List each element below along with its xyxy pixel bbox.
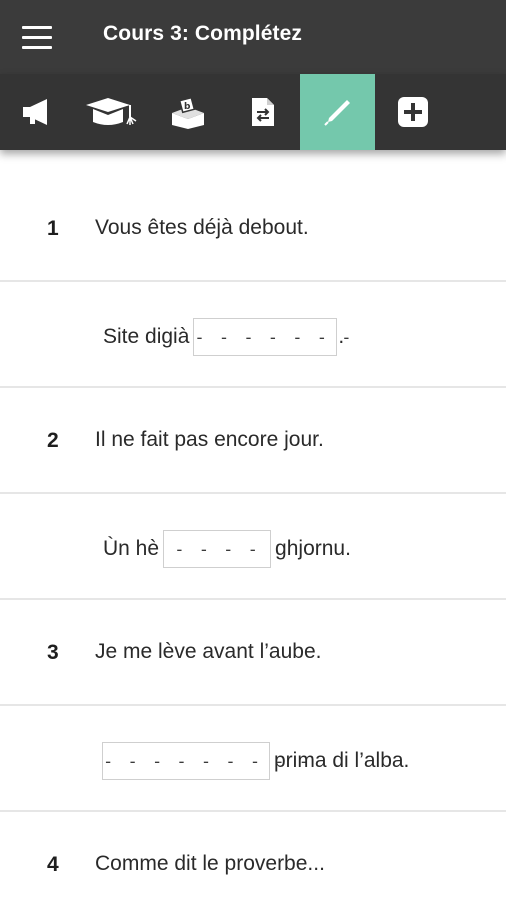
svg-text:b: b <box>184 102 191 112</box>
graduation-cap-icon <box>85 98 136 125</box>
pencil-icon <box>323 100 350 126</box>
corsican-sentence: Ùn hè - - - - ghjornu. <box>103 530 351 568</box>
answer-text-after: ghjornu. <box>275 537 351 560</box>
answer-text-before: Ùn hè <box>103 537 160 560</box>
menu-line <box>22 26 52 29</box>
exercise-number: 1 <box>47 217 59 240</box>
ballot-box-icon: b <box>171 96 204 129</box>
answer-text-after: prima di l’alba. <box>274 749 410 772</box>
tool-lesson[interactable] <box>75 74 150 150</box>
tool-vote[interactable]: b <box>150 74 225 150</box>
exercise-number: 3 <box>47 641 59 664</box>
hamburger-menu-icon[interactable] <box>22 24 54 52</box>
french-sentence: Vous êtes déjà debout. <box>95 216 309 239</box>
corsican-sentence: Site digià - - - - - - - . <box>103 318 351 356</box>
document-swap-icon <box>251 98 274 126</box>
exercise-number: 2 <box>47 429 59 452</box>
app-screen: Cours 3: Complétez b 1 Vous êtes déjà de… <box>0 0 506 900</box>
page-title: Cours 3: Complétez <box>103 22 302 45</box>
french-sentence: Comme dit le proverbe... <box>95 852 325 875</box>
answer-text-after: . <box>338 325 345 348</box>
exercise-number: 4 <box>47 853 59 876</box>
tool-exercise[interactable] <box>300 74 375 150</box>
tool-translate[interactable] <box>225 74 300 150</box>
exercise-prompt-row: 3 Je me lève avant l’aube. <box>0 600 506 706</box>
exercise-answer-row: Site digià - - - - - - - . <box>0 282 506 388</box>
answer-blank-field[interactable]: - - - - - - - - - <box>102 742 309 780</box>
exercise-prompt-row: 4 Comme dit le proverbe... <box>0 812 506 900</box>
answer-blank-field[interactable]: - - - - <box>163 530 272 568</box>
plus-square-icon <box>397 97 428 127</box>
exercise-answer-row: Ùn hè - - - - ghjornu. <box>0 494 506 600</box>
french-sentence: Je me lève avant l’aube. <box>95 640 322 663</box>
answer-text-before: Site digià <box>103 325 190 348</box>
lesson-toolbar: b <box>0 74 506 150</box>
exercise-prompt-row: 2 Il ne fait pas encore jour. <box>0 388 506 494</box>
answer-blank-field[interactable]: - - - - - - - <box>193 318 351 356</box>
tool-add[interactable] <box>375 74 450 150</box>
corsican-sentence: - - - - - - - - - prima di l’alba. <box>98 742 409 780</box>
menu-line <box>22 36 52 39</box>
french-sentence: Il ne fait pas encore jour. <box>95 428 324 451</box>
exercise-list: 1 Vous êtes déjà debout. Site digià - - … <box>0 176 506 900</box>
exercise-prompt-row: 1 Vous êtes déjà debout. <box>0 176 506 282</box>
megaphone-icon <box>22 99 47 125</box>
app-header: Cours 3: Complétez <box>0 0 506 74</box>
exercise-answer-row: - - - - - - - - - prima di l’alba. <box>0 706 506 812</box>
menu-line <box>22 46 52 49</box>
tool-audio[interactable] <box>0 74 75 150</box>
